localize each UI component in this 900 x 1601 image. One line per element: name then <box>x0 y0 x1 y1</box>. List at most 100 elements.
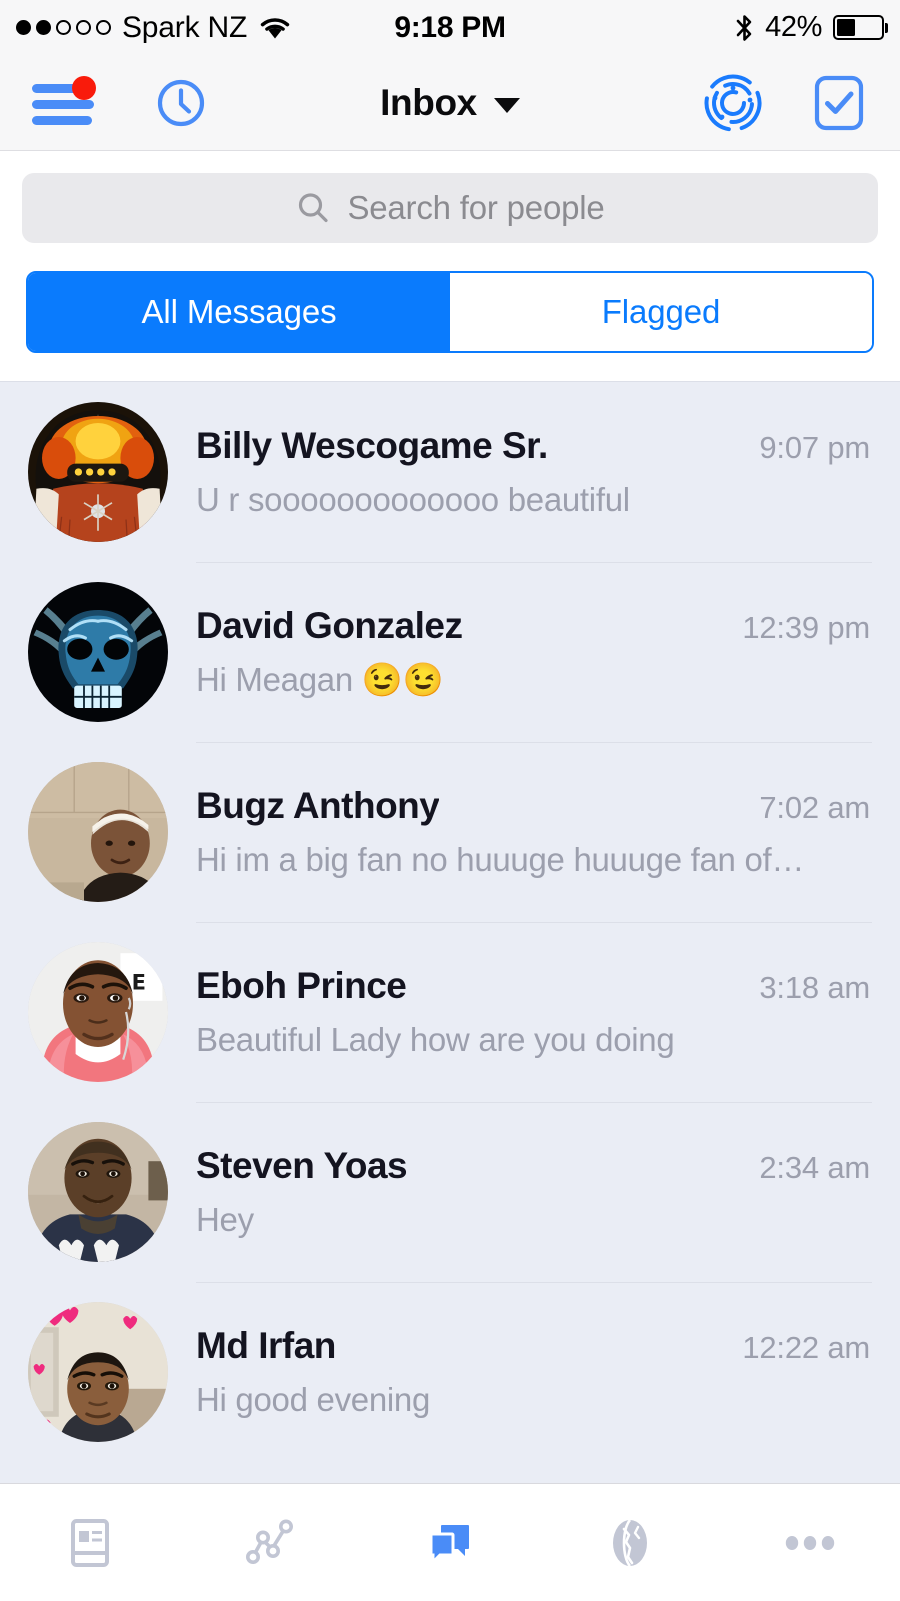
conversation-body: Eboh Prince 3:18 am Beautiful Lady how are… <box>196 922 872 1102</box>
chevron-down-icon <box>493 97 520 113</box>
conversation-header: Steven Yoas 2:34 am <box>196 1145 872 1187</box>
globe-icon <box>613 1518 647 1567</box>
message-timestamp: 12:39 pm <box>742 609 870 645</box>
filter-section: All Messages Flagged <box>0 243 900 381</box>
list-divider <box>196 922 872 923</box>
avatar[interactable]: E <box>28 942 168 1082</box>
battery-fill <box>837 19 856 36</box>
battery-percent-label: 42% <box>765 11 822 43</box>
list-divider <box>196 742 872 743</box>
carrier-name: Spark NZ <box>122 10 248 44</box>
navigation-bar: Inbox <box>0 55 900 151</box>
conversation-row[interactable]: Steven Yoas 2:34 am Hey <box>0 1102 900 1282</box>
list-divider <box>196 1282 872 1283</box>
sender-name: David Gonzalez <box>196 604 463 646</box>
conversation-row[interactable]: Md Irfan 12:22 am Hi good evening <box>0 1282 900 1462</box>
signal-dot-4 <box>76 20 91 35</box>
news-feed-icon <box>71 1518 109 1567</box>
network-graph-icon <box>246 1519 293 1564</box>
hamburger-bar-3 <box>32 115 92 125</box>
message-preview: Hi Meagan 😉😉 <box>196 660 444 698</box>
search-icon <box>299 193 329 223</box>
tab-more[interactable] <box>720 1484 900 1601</box>
message-filter-segmented-control: All Messages Flagged <box>26 271 874 353</box>
tab-globe[interactable] <box>540 1484 720 1601</box>
radar-icon <box>704 74 762 131</box>
message-timestamp: 3:18 am <box>759 970 870 1005</box>
conversation-header: Eboh Prince 3:18 am <box>196 965 872 1007</box>
signal-strength-dots <box>16 20 111 35</box>
message-timestamp: 7:02 am <box>759 790 870 825</box>
status-bar: Spark NZ 9:18 PM 42% <box>0 0 900 55</box>
search-input[interactable]: Search for people <box>22 173 878 243</box>
signal-dot-5 <box>96 20 111 35</box>
sender-name: Steven Yoas <box>196 1145 408 1186</box>
list-divider <box>196 1102 872 1103</box>
message-preview: Hey <box>196 1201 254 1238</box>
signal-dot-2 <box>36 20 51 35</box>
nav-left-actions <box>28 72 212 134</box>
conversation-header: David Gonzalez 12:39 pm <box>196 605 872 647</box>
tab-network[interactable] <box>180 1484 360 1601</box>
select-messages-button[interactable] <box>806 70 872 136</box>
svg-text:E: E <box>132 971 146 995</box>
sender-name: Bugz Anthony <box>196 785 440 826</box>
radar-discover-button[interactable] <box>698 68 768 138</box>
hamburger-bar-2 <box>32 99 94 109</box>
conversation-body: Bugz Anthony 7:02 am Hi im a big fan no hu… <box>196 742 872 922</box>
conversation-body: David Gonzalez 12:39 pm Hi Meagan 😉😉 <box>196 562 872 742</box>
search-placeholder: Search for people <box>347 189 605 226</box>
tab-flagged[interactable]: Flagged <box>450 273 872 351</box>
avatar[interactable] <box>28 1302 168 1442</box>
conversation-row[interactable]: Bugz Anthony 7:02 am Hi im a big fan no hu… <box>0 742 900 922</box>
notification-badge-dot <box>72 75 96 100</box>
conversation-list[interactable]: Billy Wescogame Sr. 9:07 pm U r sooooooooo… <box>0 381 900 1483</box>
list-divider <box>196 562 872 563</box>
bluetooth-icon <box>736 14 752 41</box>
search-section: Search for people <box>0 151 900 243</box>
bottom-tab-bar <box>0 1483 900 1601</box>
avatar[interactable] <box>28 1122 168 1262</box>
app-root: Spark NZ 9:18 PM 42% Inbox Search for pe… <box>0 0 900 1601</box>
sender-name: Md Irfan <box>196 1325 336 1366</box>
conversation-row[interactable]: David Gonzalez 12:39 pm Hi Meagan 😉😉 <box>0 562 900 742</box>
conversation-header: Billy Wescogame Sr. 9:07 pm <box>196 425 872 467</box>
message-preview: Hi good evening <box>196 1381 431 1418</box>
avatar[interactable] <box>28 762 168 902</box>
signal-dot-1 <box>16 20 31 35</box>
tab-all-messages[interactable]: All Messages <box>28 273 450 351</box>
page-title: Inbox <box>380 81 477 123</box>
hamburger-menu-button[interactable] <box>28 75 98 128</box>
hamburger-menu-icon <box>32 75 96 125</box>
messages-icon <box>429 1524 469 1566</box>
signal-dot-3 <box>56 20 71 35</box>
message-timestamp: 12:22 am <box>742 1330 870 1365</box>
message-timestamp: 9:07 pm <box>759 430 870 465</box>
recent-activity-button[interactable] <box>150 72 212 134</box>
conversation-body: Steven Yoas 2:34 am Hey <box>196 1102 872 1282</box>
message-preview: U r sooooooooooooo beautiful <box>196 481 630 518</box>
message-preview: Beautiful Lady how are you doing <box>196 1021 675 1058</box>
conversation-body: Billy Wescogame Sr. 9:07 pm U r sooooooooo… <box>196 382 872 562</box>
tab-news-feed[interactable] <box>0 1484 180 1601</box>
conversation-header: Bugz Anthony 7:02 am <box>196 785 872 827</box>
conversation-row[interactable]: E Eboh Prince 3:18 am Beautiful Lady how… <box>0 922 900 1102</box>
status-bar-right: 42% <box>735 11 884 44</box>
sender-name: Billy Wescogame Sr. <box>196 425 548 466</box>
more-dots-icon <box>785 1535 835 1550</box>
battery-icon <box>833 15 884 40</box>
avatar[interactable] <box>28 582 168 722</box>
conversation-header: Md Irfan 12:22 am <box>196 1325 872 1367</box>
message-preview: Hi im a big fan no huuuge huuuge fan of… <box>196 841 805 878</box>
sender-name: Eboh Prince <box>196 965 407 1006</box>
wifi-icon <box>260 18 290 39</box>
clock-icon <box>157 79 205 126</box>
check-square-icon <box>814 75 864 130</box>
message-timestamp: 2:34 am <box>759 1150 870 1185</box>
tab-messages[interactable] <box>360 1484 540 1601</box>
conversation-body: Md Irfan 12:22 am Hi good evening <box>196 1282 872 1462</box>
avatar[interactable] <box>28 402 168 542</box>
nav-right-actions <box>698 68 872 138</box>
status-bar-left: Spark NZ <box>16 11 292 45</box>
conversation-row[interactable]: Billy Wescogame Sr. 9:07 pm U r sooooooooo… <box>0 382 900 562</box>
